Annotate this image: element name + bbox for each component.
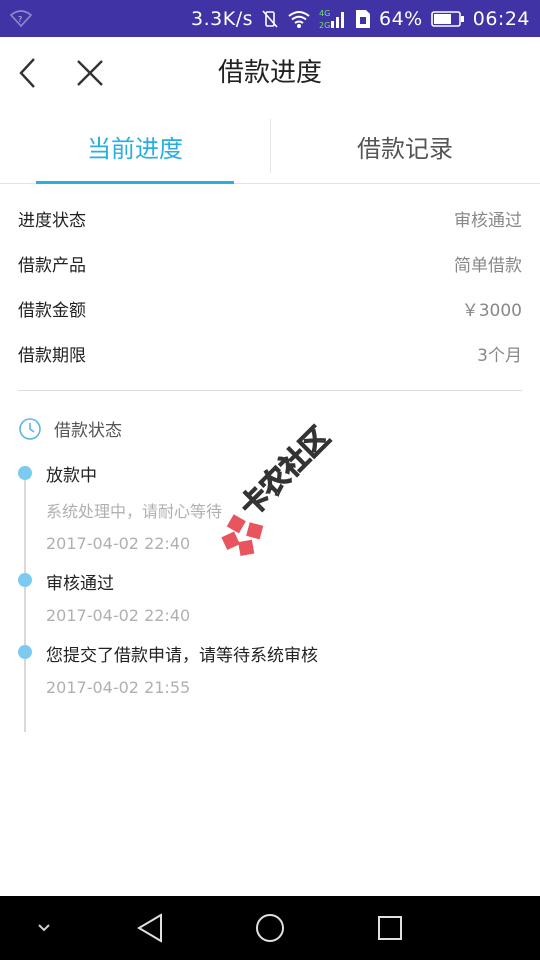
battery-percent: 64% [379,7,423,30]
vibrate-off-icon [261,9,279,29]
tab-current-progress[interactable]: 当前进度 [0,109,270,184]
system-nav-bar [0,896,540,960]
chevron-down-icon [38,924,50,932]
timeline-title: 审核通过 [46,574,114,594]
tab-bar: 当前进度 借款记录 [0,109,540,184]
timeline-dot [18,466,32,480]
timeline-title: 您提交了借款申请，请等待系统审核 [46,646,318,666]
timeline-description: 系统处理中，请耐心等待 [46,502,223,521]
tab-label: 借款记录 [357,134,453,163]
info-label: 进度状态 [18,211,86,231]
circle-home-icon [256,914,284,942]
info-label: 借款期限 [18,346,86,366]
clock-time: 06:24 [472,7,530,30]
chevron-left-icon [19,58,35,88]
triangle-back-icon [137,913,162,943]
timeline-time: 2017-04-02 22:40 [46,606,191,625]
info-value: 3个月 [477,346,522,366]
nav-back-button[interactable] [132,910,168,946]
timeline-title: 放款中 [46,466,97,486]
signal-label-4g: 4G [319,9,330,18]
loan-status-header: 借款状态 [18,416,122,441]
app-header: 借款进度 [0,37,540,109]
loan-status-title: 借款状态 [54,421,122,441]
section-divider [18,390,522,391]
back-button[interactable] [12,55,48,91]
info-value: 简单借款 [454,256,522,276]
info-value: ￥3000 [461,301,522,321]
timeline-dot [18,645,32,659]
timeline-line [24,472,26,732]
signal-label-2g: 2G [319,21,330,30]
close-button[interactable] [72,55,108,91]
info-row-loan-term: 借款期限 3个月 [18,331,522,376]
tab-label: 当前进度 [87,134,183,163]
cellular-signal-icon: 4G 2G [319,7,347,31]
close-icon [77,60,103,86]
nav-home-button[interactable] [252,910,288,946]
active-tab-indicator [36,181,234,184]
loan-info-list: 进度状态 审核通过 借款产品 简单借款 借款金额 ￥3000 借款期限 3个月 [18,196,522,376]
timeline-time: 2017-04-02 22:40 [46,534,191,553]
sim-card-icon [355,9,371,29]
info-label: 借款产品 [18,256,86,276]
timeline-time: 2017-04-02 21:55 [46,678,191,697]
watermark-logo: 卡农社区 [221,420,337,556]
wifi-question-icon: ? [10,9,32,28]
wifi-icon [287,9,311,29]
hide-nav-button[interactable] [26,910,62,946]
info-row-progress-status: 进度状态 审核通过 [18,196,522,241]
status-bar: ? 3.3K/s 4G 2G 64% 06:24 [0,0,540,37]
network-speed: 3.3K/s [191,7,253,30]
svg-text:?: ? [18,15,22,24]
square-recents-icon [378,916,402,940]
nav-recents-button[interactable] [372,910,408,946]
info-value: 审核通过 [454,211,522,231]
watermark-text: 卡农社区 [233,421,336,524]
info-row-loan-product: 借款产品 简单借款 [18,241,522,286]
timeline-dot [18,573,32,587]
info-row-loan-amount: 借款金额 ￥3000 [18,286,522,331]
info-label: 借款金额 [18,301,86,321]
tab-loan-records[interactable]: 借款记录 [270,109,540,183]
battery-icon [430,10,465,28]
tab-divider [270,119,271,173]
clock-icon [19,417,41,440]
